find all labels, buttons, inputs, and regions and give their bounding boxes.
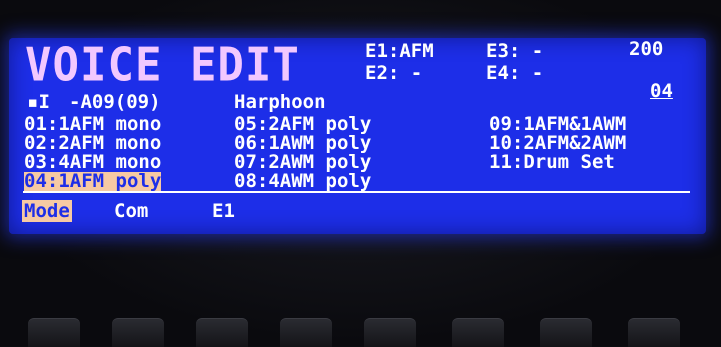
voice-id: -A09(09) [69,91,161,113]
value-readout: 200 [629,38,664,60]
lcd-screen: VOICE EDIT E1:AFM E3: - E2: - E4: - 200 … [9,38,706,234]
element-4-status: E4: - [486,62,544,84]
tab-e1[interactable]: E1 [212,200,235,222]
function-key-2[interactable] [112,318,164,347]
tab-mode[interactable]: Mode [22,200,72,222]
mode-option-11[interactable]: 11:Drum Set [489,153,615,172]
function-key-row [0,318,721,347]
function-key-3[interactable] [196,318,248,347]
element-2-status: E2: - [365,62,423,84]
function-key-4[interactable] [280,318,332,347]
tab-com[interactable]: Com [114,200,148,222]
page-number: 04 [650,80,673,102]
screen-title: VOICE EDIT [25,38,300,93]
function-key-6[interactable] [452,318,504,347]
function-key-7[interactable] [540,318,592,347]
function-key-5[interactable] [364,318,416,347]
voice-name: Harphoon [234,91,326,113]
element-1-status: E1:AFM [365,40,434,62]
mode-option-08[interactable]: 08:4AWM poly [234,172,371,191]
element-3-status: E3: - [486,40,544,62]
footer-tab-bar: Mode Com E1 [22,196,693,222]
footer-divider [23,191,690,193]
mode-option-04-selected[interactable]: 04:1AFM poly [24,172,162,191]
voice-marker: ▪I [27,91,50,113]
function-key-8[interactable] [628,318,680,347]
function-key-1[interactable] [28,318,80,347]
